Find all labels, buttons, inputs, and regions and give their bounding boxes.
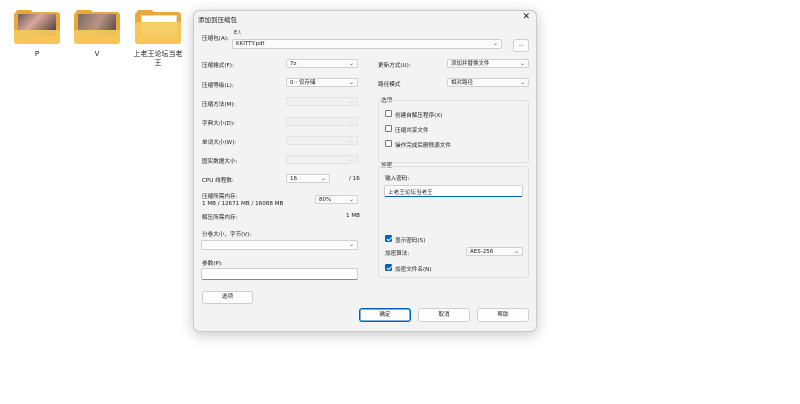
desktop-icon-label: P: [34, 50, 40, 58]
chevron-down-icon: ⌄: [320, 175, 326, 182]
desktop-folder-p[interactable]: P: [7, 10, 67, 59]
method-label: 压缩方法(M):: [202, 102, 236, 108]
encryption-method-label: 加密算法:: [385, 251, 410, 257]
archive-label: 压缩包(A):: [202, 36, 229, 42]
archive-name-combo[interactable]: KKITTY.pdf ⌄: [232, 39, 502, 49]
chevron-down-icon: ⌄: [513, 248, 519, 255]
folder-icon: [74, 10, 120, 44]
mem-compress-detail: 1 MB / 12671 MB / 16088 MB: [202, 201, 284, 207]
archive-path-prefix: E:\: [234, 30, 241, 36]
desktop-icon-label: V: [94, 50, 100, 58]
cpu-threads-total: / 16: [349, 176, 360, 182]
show-password-checkbox[interactable]: [385, 235, 392, 242]
format-select[interactable]: 7z ⌄: [286, 59, 358, 68]
chevron-down-icon: ⌄: [348, 118, 354, 125]
folder-icon: [135, 10, 181, 44]
split-size-select[interactable]: ⌄: [201, 240, 358, 250]
word-size-label: 单词大小(W):: [202, 140, 237, 146]
mem-decompress-label: 解压所需内存:: [202, 215, 238, 221]
update-mode-select[interactable]: 添加并替换文件 ⌄: [447, 59, 529, 68]
dict-size-label: 字典大小(D):: [202, 121, 235, 127]
desktop-icon-label: 上老王论坛当老王: [133, 50, 183, 67]
level-label: 压缩等级(L):: [202, 83, 234, 89]
encryption-group: [378, 166, 529, 278]
params-input[interactable]: [201, 268, 358, 280]
chevron-down-icon: ⌄: [348, 98, 354, 105]
cpu-threads-select[interactable]: 16 ⌄: [286, 174, 330, 183]
dict-size-select[interactable]: ⌄: [286, 117, 358, 126]
path-mode-select[interactable]: 相对路径 ⌄: [447, 78, 529, 87]
encryption-method-select[interactable]: AES-256 ⌄: [466, 247, 523, 256]
desktop-folder-laowang[interactable]: 上老王论坛当老王: [128, 10, 188, 68]
chevron-down-icon: ⌄: [348, 60, 354, 67]
delete-after-label: 操作完成后删除源文件: [395, 143, 451, 149]
level-select[interactable]: 0 - 仅存储 ⌄: [286, 78, 358, 87]
chevron-down-icon: ⌄: [348, 79, 354, 86]
browse-button[interactable]: ...: [513, 39, 529, 52]
chevron-down-icon: ⌄: [348, 241, 354, 248]
chevron-down-icon: ⌄: [348, 196, 354, 203]
delete-after-checkbox[interactable]: [385, 140, 392, 147]
chevron-down-icon: ⌄: [519, 79, 525, 86]
shared-files-label: 压缩共享文件: [395, 128, 429, 134]
ok-button[interactable]: 确定: [359, 308, 411, 322]
options-button[interactable]: 选项: [202, 291, 253, 304]
desktop-folder-v[interactable]: V: [67, 10, 127, 59]
solid-size-select[interactable]: ⌄: [286, 155, 358, 164]
password-label: 输入密码:: [385, 176, 410, 182]
cancel-button[interactable]: 取消: [418, 308, 470, 322]
method-select[interactable]: ⌄: [286, 97, 358, 106]
mem-decompress-value: 1 MB: [346, 213, 361, 219]
chevron-down-icon: ⌄: [348, 156, 354, 163]
encrypt-names-checkbox[interactable]: [385, 264, 392, 271]
solid-size-label: 固实数据大小:: [202, 159, 238, 165]
chevron-down-icon: ⌄: [519, 60, 525, 67]
password-input[interactable]: 上老王论坛当老王: [384, 185, 523, 197]
sfx-label: 创建自解压程序(X): [395, 113, 443, 119]
split-size-label: 分卷大小，字节(V):: [202, 232, 252, 238]
cpu-threads-label: CPU 线程数:: [202, 178, 234, 184]
params-label: 参数(P):: [202, 261, 223, 267]
chevron-down-icon: ⌄: [492, 40, 498, 47]
path-mode-label: 路径模式: [378, 82, 401, 88]
mem-compress-label: 压缩所需内存:: [202, 194, 238, 200]
add-to-archive-dialog: 添加到压缩包 ✕ 压缩包(A): E:\ KKITTY.pdf ⌄ ... 压缩…: [193, 10, 537, 332]
folder-icon: [14, 10, 60, 44]
mem-usage-select[interactable]: 80% ⌄: [315, 195, 358, 204]
sfx-checkbox[interactable]: [385, 110, 392, 117]
format-label: 压缩格式(F):: [202, 63, 234, 69]
help-button[interactable]: 帮助: [477, 308, 529, 322]
word-size-select[interactable]: ⌄: [286, 136, 358, 145]
show-password-label: 显示密码(S): [395, 238, 426, 244]
chevron-down-icon: ⌄: [348, 137, 354, 144]
title-bar[interactable]: 添加到压缩包 ✕: [194, 11, 536, 25]
encrypt-names-label: 加密文件名(N): [395, 267, 432, 273]
dialog-title: 添加到压缩包: [198, 16, 237, 24]
close-icon[interactable]: ✕: [522, 12, 530, 22]
shared-files-checkbox[interactable]: [385, 125, 392, 132]
update-mode-label: 更新方式(U):: [378, 63, 411, 69]
